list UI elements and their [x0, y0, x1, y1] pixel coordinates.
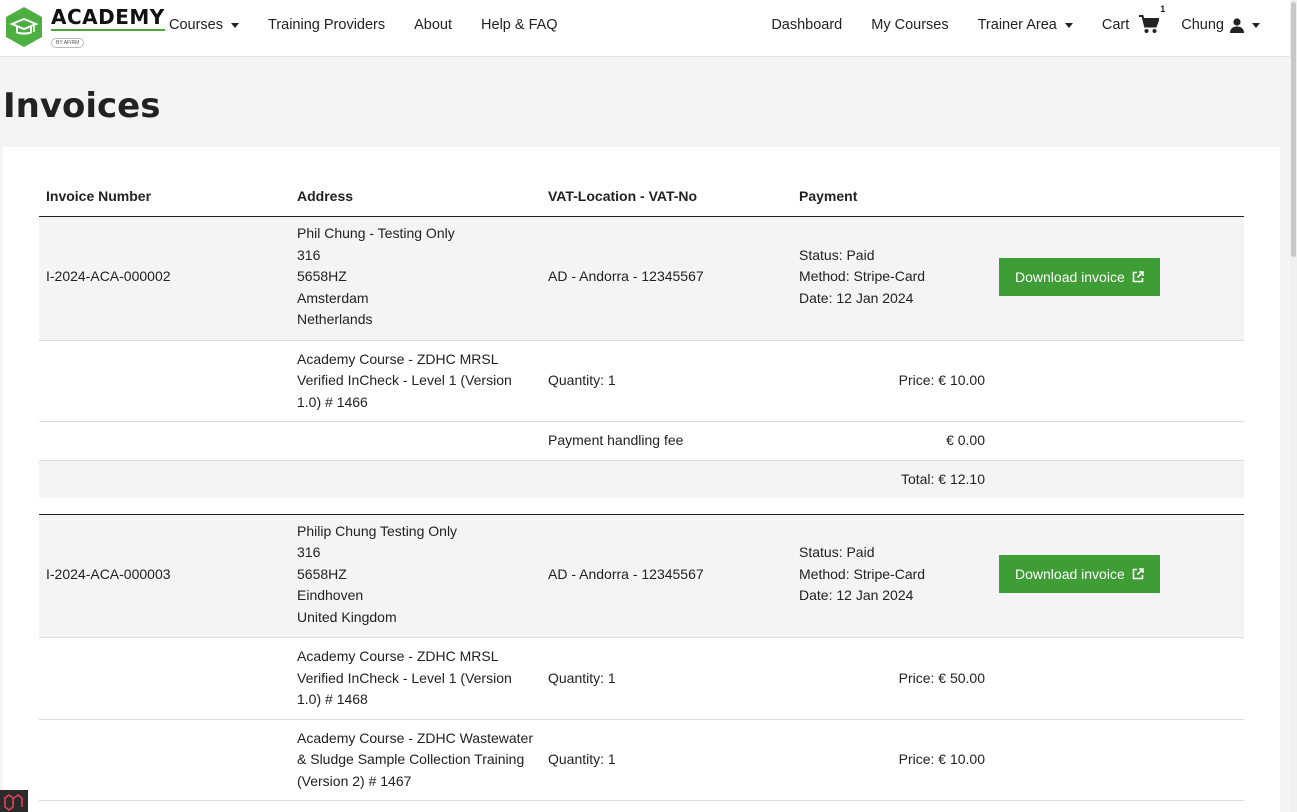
- download-invoice-label: Download invoice: [1015, 566, 1125, 583]
- invoices-table: Invoice Number Address VAT-Location - VA…: [39, 177, 1244, 812]
- brand-name: ACADEMY: [51, 5, 165, 31]
- header-vat: VAT-Location - VAT-No: [541, 177, 792, 217]
- invoice-address: Phil Chung - Testing Only 316 5658HZ Ams…: [290, 216, 541, 341]
- item-description: Academy Course - ZDHC Wastewater & Sludg…: [290, 719, 541, 801]
- invoice-row: I-2024-ACA-000002 Phil Chung - Testing O…: [39, 216, 1244, 341]
- user-nav: Dashboard My Courses Trainer Area Cart 1…: [742, 0, 1260, 50]
- nav-trainer-area[interactable]: Trainer Area: [978, 17, 1073, 33]
- invoice-separator: [39, 498, 1244, 515]
- page-scrollbar[interactable]: [1290, 0, 1297, 812]
- nav-cart[interactable]: Cart 1: [1101, 4, 1165, 35]
- payment-status: Status: Paid: [799, 544, 875, 560]
- invoice-actions: Download invoice: [992, 216, 1244, 341]
- external-link-icon: [1132, 270, 1144, 283]
- scrollbar-thumb[interactable]: [1291, 2, 1296, 257]
- fee-amount: € 0.00: [792, 800, 992, 812]
- table-header-row: Invoice Number Address VAT-Location - VA…: [39, 177, 1244, 217]
- fee-label: Payment handling fee: [541, 800, 792, 812]
- academy-logo[interactable]: ACADEMY BY AFIRM: [3, 6, 165, 49]
- line-item-row: Academy Course - ZDHC Wastewater & Sludg…: [39, 719, 1244, 801]
- chevron-down-icon: [1252, 22, 1260, 28]
- invoice-vat: AD - Andorra - 12345567: [541, 216, 792, 341]
- header-invoice-number: Invoice Number: [39, 177, 290, 217]
- fee-row: Payment handling fee € 0.00: [39, 421, 1244, 461]
- address-line: 5658HZ: [297, 565, 347, 582]
- item-price: Price: € 10.00: [792, 719, 992, 801]
- chevron-down-icon: [1064, 22, 1073, 28]
- cart-count-badge: 1: [1160, 4, 1166, 14]
- item-quantity: Quantity: 1: [541, 340, 792, 422]
- download-invoice-button[interactable]: Download invoice: [999, 257, 1160, 296]
- nav-about[interactable]: About: [414, 17, 452, 33]
- page-title: Invoices: [3, 86, 161, 126]
- top-navbar: ACADEMY BY AFIRM Courses Training Provid…: [0, 0, 1290, 57]
- invoice-payment: Status: Paid Method: Stripe-Card Date: 1…: [792, 514, 992, 638]
- item-price: Price: € 10.00: [792, 340, 992, 422]
- nav-training-providers[interactable]: Training Providers: [268, 17, 385, 33]
- address-line: Amsterdam: [297, 289, 369, 306]
- nav-cart-label: Cart: [1101, 17, 1130, 33]
- header-address: Address: [290, 177, 541, 217]
- item-description: Academy Course - ZDHC MRSL Verified InCh…: [290, 637, 541, 720]
- nav-courses[interactable]: Courses: [169, 17, 239, 33]
- payment-method: Method: Stripe-Card: [799, 268, 926, 284]
- chevron-down-icon: [231, 22, 239, 28]
- brand-tagline: BY AFIRM: [51, 38, 85, 48]
- user-icon: [1230, 17, 1244, 33]
- item-quantity: Quantity: 1: [541, 719, 792, 801]
- invoice-payment: Status: Paid Method: Stripe-Card Date: 1…: [792, 216, 992, 341]
- nav-trainer-area-label: Trainer Area: [977, 17, 1057, 33]
- invoice-total: Total: € 12.10: [792, 460, 992, 498]
- line-item-row: Academy Course - ZDHC MRSL Verified InCh…: [39, 340, 1244, 422]
- nav-my-courses[interactable]: My Courses: [871, 17, 948, 33]
- fee-label: Payment handling fee: [541, 421, 792, 461]
- nav-help-faq[interactable]: Help & FAQ: [481, 17, 558, 33]
- address-line: Eindhoven: [297, 587, 364, 603]
- address-line: 5658HZ: [297, 268, 347, 284]
- nav-user-menu[interactable]: Chung: [1181, 17, 1260, 33]
- invoice-number: I-2024-ACA-000002: [39, 216, 290, 341]
- address-line: United Kingdom: [297, 608, 397, 625]
- address-line: Philip Chung Testing Only: [297, 522, 458, 539]
- item-description: Academy Course - ZDHC MRSL Verified InCh…: [290, 340, 541, 422]
- address-line: Phil Chung - Testing Only: [297, 225, 455, 241]
- payment-status: Status: Paid: [799, 246, 875, 263]
- item-quantity: Quantity: 1: [541, 637, 792, 720]
- fee-row: Payment handling fee € 0.00: [39, 800, 1244, 812]
- graduation-cap-logo-icon: [6, 7, 42, 47]
- item-price: Price: € 50.00: [792, 637, 992, 720]
- shopping-cart-icon: 1: [1139, 4, 1165, 35]
- total-row: Total: € 12.10: [39, 460, 1244, 498]
- nav-dashboard[interactable]: Dashboard: [771, 17, 842, 33]
- invoice-number: I-2024-ACA-000003: [39, 514, 290, 638]
- user-name: Chung: [1181, 17, 1224, 33]
- invoice-actions: Download invoice: [992, 514, 1244, 638]
- invoice-vat: AD - Andorra - 12345567: [541, 514, 792, 638]
- line-item-row: Academy Course - ZDHC MRSL Verified InCh…: [39, 637, 1244, 720]
- external-link-icon: [1132, 568, 1144, 580]
- payment-method: Method: Stripe-Card: [799, 565, 926, 582]
- payment-date: Date: 12 Jan 2024: [799, 587, 914, 603]
- header-payment: Payment: [792, 177, 992, 217]
- download-invoice-label: Download invoice: [1015, 268, 1125, 285]
- download-invoice-button[interactable]: Download invoice: [999, 555, 1160, 594]
- address-line: 316: [297, 544, 321, 560]
- header-actions: [992, 177, 1244, 217]
- address-line: 316: [297, 246, 321, 263]
- debug-toolbar-icon[interactable]: [0, 790, 28, 812]
- invoice-row: I-2024-ACA-000003 Philip Chung Testing O…: [39, 514, 1244, 638]
- invoice-address: Philip Chung Testing Only 316 5658HZ Ein…: [290, 514, 541, 638]
- address-line: Netherlands: [297, 311, 373, 327]
- invoices-card: Invoice Number Address VAT-Location - VA…: [3, 147, 1280, 812]
- payment-date: Date: 12 Jan 2024: [799, 289, 914, 306]
- fee-amount: € 0.00: [792, 421, 992, 461]
- nav-courses-label: Courses: [169, 17, 223, 33]
- main-nav: Courses Training Providers About Help & …: [169, 0, 587, 50]
